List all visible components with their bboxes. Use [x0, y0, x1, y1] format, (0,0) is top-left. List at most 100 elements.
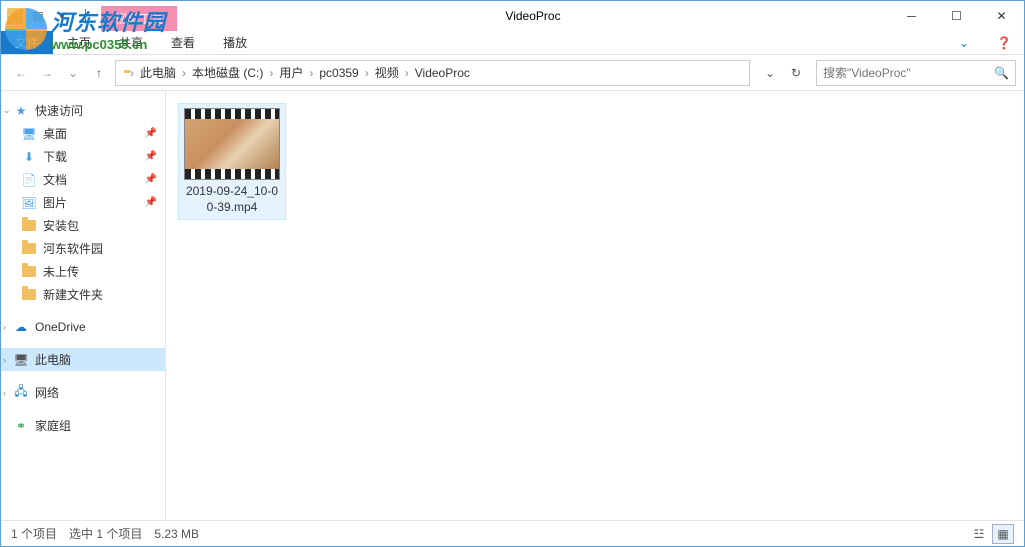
chevron-down-icon[interactable]: ⌄ — [3, 105, 11, 116]
sidebar-label: 安装包 — [43, 217, 79, 234]
sidebar-network[interactable]: › 🖧 网络 — [1, 381, 165, 404]
onedrive-icon: ☁ — [13, 319, 29, 335]
chevron-right-icon[interactable]: › — [307, 66, 315, 80]
film-strip-icon — [185, 109, 279, 119]
chevron-right-icon[interactable]: › — [403, 66, 411, 80]
sidebar-this-pc[interactable]: › 🖥 此电脑 — [1, 348, 165, 371]
window-title: VideoProc — [177, 9, 889, 23]
chevron-right-icon[interactable]: › — [3, 322, 6, 332]
nav-forward-button[interactable]: → — [35, 61, 59, 85]
ribbon-tab-home[interactable]: 主页 — [53, 31, 105, 54]
pin-icon: 📌 — [145, 151, 157, 162]
sidebar-item-desktop[interactable]: 🖥 桌面 📌 — [1, 122, 165, 145]
chevron-right-icon[interactable]: › — [180, 66, 188, 80]
folder-icon — [21, 241, 37, 257]
homegroup-icon: ⚭ — [13, 418, 29, 434]
pictures-icon: 🖼 — [21, 195, 37, 211]
minimize-button[interactable]: ─ — [889, 1, 934, 31]
titlebar: ▤ ▾ │ 视频工具 VideoProc ─ ☐ ✕ — [1, 1, 1024, 31]
breadcrumb-item[interactable]: 此电脑 — [136, 64, 180, 81]
sidebar-item-folder[interactable]: 新建文件夹 — [1, 283, 165, 306]
search-input[interactable] — [823, 66, 994, 80]
breadcrumb-item[interactable]: 用户 — [275, 64, 307, 81]
breadcrumb-item[interactable]: VideoProc — [411, 66, 474, 80]
file-list-panel[interactable]: 2019-09-24_10-00-39.mp4 — [166, 91, 1024, 520]
ribbon-help-button[interactable]: ❓ — [984, 31, 1024, 54]
film-strip-icon — [185, 169, 279, 179]
sidebar-label: 下载 — [43, 148, 67, 165]
sidebar-item-folder[interactable]: 未上传 — [1, 260, 165, 283]
pin-icon: 📌 — [145, 174, 157, 185]
ribbon-expand-button[interactable]: ⌄ — [944, 31, 984, 54]
sidebar-quick-access[interactable]: ⌄ ★ 快速访问 — [1, 99, 165, 122]
thumbnail-image — [185, 119, 279, 169]
desktop-icon: 🖥 — [21, 126, 37, 142]
chevron-right-icon[interactable]: › — [267, 66, 275, 80]
pc-icon: 🖥 — [13, 352, 29, 368]
ribbon-tab-view[interactable]: 查看 — [157, 31, 209, 54]
refresh-button[interactable]: ↻ — [784, 61, 808, 85]
ribbon-tab-play[interactable]: 播放 — [209, 31, 261, 54]
sidebar-onedrive[interactable]: › ☁ OneDrive — [1, 316, 165, 338]
maximize-button[interactable]: ☐ — [934, 1, 979, 31]
status-item-count: 1 个项目 — [11, 525, 57, 542]
breadcrumb-item[interactable]: 视频 — [371, 64, 403, 81]
sidebar-homegroup[interactable]: ⚭ 家庭组 — [1, 414, 165, 437]
sidebar-item-documents[interactable]: 📄 文档 📌 — [1, 168, 165, 191]
nav-recent-button[interactable]: ⌄ — [61, 61, 85, 85]
pin-icon: 📌 — [145, 128, 157, 139]
view-details-button[interactable]: ☳ — [968, 524, 990, 544]
folder-icon — [21, 218, 37, 234]
sidebar-label: 此电脑 — [35, 351, 71, 368]
sidebar-label: 新建文件夹 — [43, 286, 103, 303]
star-icon: ★ — [13, 103, 29, 119]
document-icon: 📄 — [21, 172, 37, 188]
chevron-right-icon[interactable]: › — [128, 66, 136, 80]
sidebar-label: 家庭组 — [35, 417, 71, 434]
sidebar-label: 河东软件园 — [43, 240, 103, 257]
pin-icon: 📌 — [145, 197, 157, 208]
sidebar-label: 未上传 — [43, 263, 79, 280]
breadcrumb[interactable]: › 此电脑 › 本地磁盘 (C:) › 用户 › pc0359 › 视频 › V… — [115, 60, 750, 86]
folder-icon — [21, 287, 37, 303]
sidebar-label: 快速访问 — [35, 102, 83, 119]
ribbon-tab-share[interactable]: 共享 — [105, 31, 157, 54]
network-icon: 🖧 — [13, 385, 29, 401]
qat-dropdown-button[interactable]: ▾ — [51, 5, 73, 27]
sidebar-item-pictures[interactable]: 🖼 图片 📌 — [1, 191, 165, 214]
sidebar-label: OneDrive — [35, 320, 86, 334]
chevron-right-icon[interactable]: › — [363, 66, 371, 80]
search-icon[interactable]: 🔍 — [994, 66, 1009, 80]
app-icon — [7, 8, 23, 24]
breadcrumb-item[interactable]: pc0359 — [315, 66, 362, 80]
address-dropdown-button[interactable]: ⌄ — [758, 61, 782, 85]
close-button[interactable]: ✕ — [979, 1, 1024, 31]
nav-back-button[interactable]: ← — [9, 61, 33, 85]
sidebar-item-folder[interactable]: 河东软件园 — [1, 237, 165, 260]
video-thumbnail — [184, 108, 280, 180]
nav-up-button[interactable]: ↑ — [87, 61, 111, 85]
status-size: 5.23 MB — [154, 527, 199, 541]
sidebar-item-downloads[interactable]: ⬇ 下载 📌 — [1, 145, 165, 168]
chevron-right-icon[interactable]: › — [3, 355, 6, 365]
sidebar-label: 文档 — [43, 171, 67, 188]
search-box[interactable]: 🔍 — [816, 60, 1016, 86]
qat-properties-button[interactable]: ▤ — [27, 5, 49, 27]
ribbon-file-tab[interactable]: 文件 — [1, 31, 53, 54]
folder-icon — [21, 264, 37, 280]
sidebar-label: 桌面 — [43, 125, 67, 142]
breadcrumb-item[interactable]: 本地磁盘 (C:) — [188, 64, 267, 81]
qat-separator: │ — [75, 5, 97, 27]
file-item[interactable]: 2019-09-24_10-00-39.mp4 — [178, 103, 286, 220]
sidebar-label: 图片 — [43, 194, 67, 211]
chevron-right-icon[interactable]: › — [3, 388, 6, 398]
ribbon-tabs: 文件 主页 共享 查看 播放 ⌄ ❓ — [1, 31, 1024, 55]
sidebar-item-folder[interactable]: 安装包 — [1, 214, 165, 237]
status-selection: 选中 1 个项目 — [69, 525, 142, 542]
view-icons-button[interactable]: ▦ — [992, 524, 1014, 544]
download-icon: ⬇ — [21, 149, 37, 165]
file-name: 2019-09-24_10-00-39.mp4 — [183, 184, 281, 215]
navigation-sidebar: ⌄ ★ 快速访问 🖥 桌面 📌 ⬇ 下载 📌 📄 文档 📌 🖼 图片 — [1, 91, 166, 520]
sidebar-label: 网络 — [35, 384, 59, 401]
context-tab-video-tools: 视频工具 — [101, 6, 177, 31]
